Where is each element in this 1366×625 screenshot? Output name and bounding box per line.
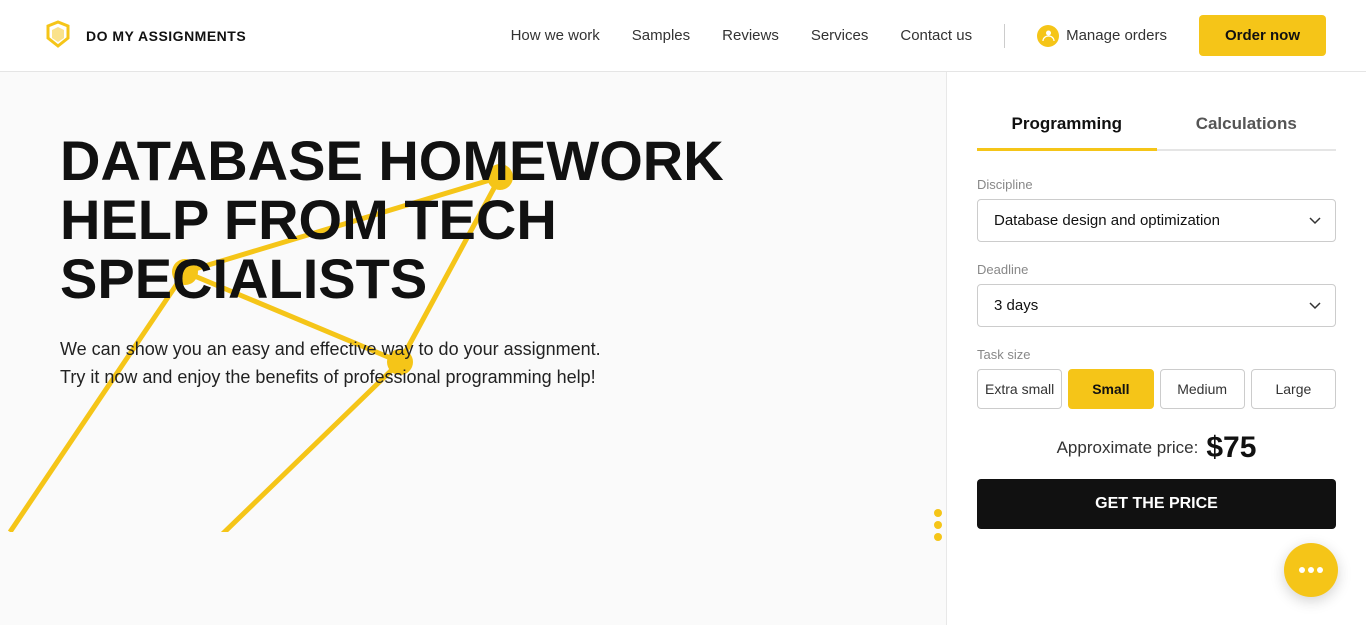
hero-heading: DATABASE HOMEWORK HELP FROM TECH SPECIAL… xyxy=(60,132,740,308)
main-content: DATABASE HOMEWORK HELP FROM TECH SPECIAL… xyxy=(0,72,1366,625)
chat-support-button[interactable] xyxy=(1284,543,1338,597)
deadline-select[interactable]: 1 day 2 days 3 days 5 days 7 days 14 day… xyxy=(977,284,1336,327)
logo[interactable]: DO MY ASSIGNMENTS xyxy=(40,18,246,54)
size-medium[interactable]: Medium xyxy=(1160,369,1245,409)
discipline-group: Discipline Database design and optimizat… xyxy=(977,177,1336,242)
panel-tabs: Programming Calculations xyxy=(977,102,1336,151)
nav-contact[interactable]: Contact us xyxy=(900,27,972,44)
chat-dots xyxy=(1299,567,1323,573)
nav-services[interactable]: Services xyxy=(811,27,869,44)
get-price-button[interactable]: Get the price xyxy=(977,479,1336,529)
task-size-row: Extra small Small Medium Large xyxy=(977,369,1336,409)
chat-dot-1 xyxy=(1299,567,1305,573)
nav-divider xyxy=(1004,24,1005,48)
nav-reviews[interactable]: Reviews xyxy=(722,27,779,44)
order-panel: Programming Calculations Discipline Data… xyxy=(946,72,1366,625)
hero-section: DATABASE HOMEWORK HELP FROM TECH SPECIAL… xyxy=(0,72,946,625)
order-now-button[interactable]: Order now xyxy=(1199,15,1326,56)
user-icon xyxy=(1037,25,1059,47)
size-extra-small[interactable]: Extra small xyxy=(977,369,1062,409)
approx-price-label: Approximate price: xyxy=(1057,438,1199,458)
chat-dot-2 xyxy=(1308,567,1314,573)
deadline-label: Deadline xyxy=(977,262,1336,277)
price-row: Approximate price: $75 xyxy=(977,431,1336,465)
nav-samples[interactable]: Samples xyxy=(632,27,690,44)
task-size-label: Task size xyxy=(977,347,1336,362)
size-small[interactable]: Small xyxy=(1068,369,1153,409)
chat-dot-3 xyxy=(1317,567,1323,573)
manage-orders-link[interactable]: Manage orders xyxy=(1037,25,1167,47)
tab-programming[interactable]: Programming xyxy=(977,102,1157,151)
tab-calculations[interactable]: Calculations xyxy=(1157,102,1337,151)
site-header: DO MY ASSIGNMENTS How we work Samples Re… xyxy=(0,0,1366,72)
task-size-group: Task size Extra small Small Medium Large xyxy=(977,347,1336,409)
main-nav: How we work Samples Reviews Services Con… xyxy=(511,15,1326,56)
logo-icon xyxy=(40,18,76,54)
price-value: $75 xyxy=(1206,431,1256,465)
discipline-label: Discipline xyxy=(977,177,1336,192)
nav-how-we-work[interactable]: How we work xyxy=(511,27,600,44)
hero-subtext: We can show you an easy and effective wa… xyxy=(60,336,620,392)
logo-text: DO MY ASSIGNMENTS xyxy=(86,28,246,44)
deadline-group: Deadline 1 day 2 days 3 days 5 days 7 da… xyxy=(977,262,1336,327)
size-large[interactable]: Large xyxy=(1251,369,1336,409)
decorative-dots xyxy=(930,505,946,545)
discipline-select[interactable]: Database design and optimization Web dev… xyxy=(977,199,1336,242)
